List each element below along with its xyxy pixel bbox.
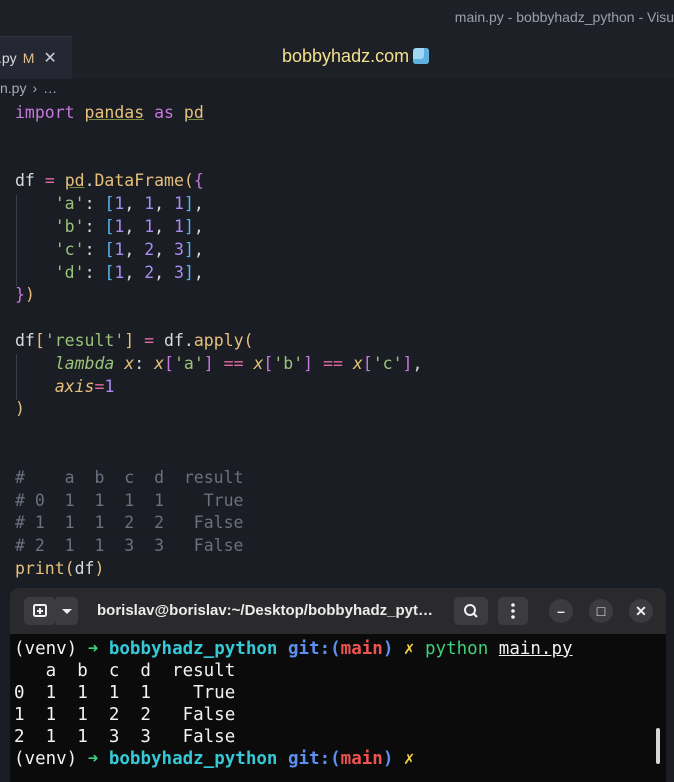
dirty-icon: ✗ <box>403 749 415 769</box>
terminal-output[interactable]: (venv) ➜ bobbyhadz_python git:(main) ✗ p… <box>14 638 573 770</box>
terminal-window[interactable]: borislav@borislav:~/Desktop/bobbyhadz_py… <box>10 588 666 782</box>
tab-strip: .py M ✕ bobbyhadz.com <box>0 36 674 79</box>
prompt-line: (venv) ➜ bobbyhadz_python git:(main) ✗ p… <box>14 638 573 660</box>
new-tab-icon <box>33 604 47 617</box>
terminal-title: borislav@borislav:~/Desktop/bobbyhadz_py… <box>97 602 433 619</box>
code-line: axis=1 <box>54 376 115 396</box>
site-banner: bobbyhadz.com <box>282 46 430 67</box>
code-line: print(df) <box>15 558 105 578</box>
kebab-menu-icon <box>511 603 515 619</box>
keyword-import: import <box>15 103 75 122</box>
git-branch: main <box>340 639 383 659</box>
git-label-close: ) <box>382 749 394 769</box>
output-line: 0 1 1 1 1 True <box>14 683 236 703</box>
comment-line: # 2 1 1 3 3 False <box>15 536 244 556</box>
code-line: 'c': [1, 2, 3], <box>54 239 204 259</box>
new-tab-button[interactable] <box>24 597 56 625</box>
git-label-close: ) <box>382 639 394 659</box>
arrow-icon: ➜ <box>87 639 99 659</box>
code-line: lambda x: x['a'] == x['b'] == x['c'], <box>54 353 423 373</box>
menu-button[interactable] <box>498 597 528 625</box>
output-line: a b c d result <box>14 661 236 681</box>
command: python <box>425 639 489 659</box>
tab-main-py[interactable]: .py M ✕ <box>0 36 72 79</box>
prompt-line: (venv) ➜ bobbyhadz_python git:(main) ✗ <box>14 748 573 770</box>
modified-indicator: M <box>22 50 35 66</box>
alias-pd: pd <box>183 103 204 122</box>
close-icon[interactable]: ✕ <box>43 48 56 68</box>
code-line: df = pd.DataFrame({ <box>15 171 204 191</box>
search-icon <box>464 604 478 618</box>
keyword-as: as <box>154 103 174 122</box>
module-pandas: pandas <box>84 103 145 122</box>
close-button[interactable]: ✕ <box>629 599 653 623</box>
git-branch: main <box>340 749 383 769</box>
scrollbar[interactable] <box>656 728 660 764</box>
dirty-icon: ✗ <box>403 639 415 659</box>
site-label: bobbyhadz.com <box>282 46 410 66</box>
breadcrumb-more[interactable]: … <box>43 80 57 96</box>
comment-line: # 0 1 1 1 1 True <box>15 490 244 510</box>
prompt-dir: bobbyhadz_python <box>108 639 278 659</box>
code-line: }) <box>15 285 35 305</box>
breadcrumb: n.py › … <box>0 80 57 102</box>
search-button[interactable] <box>454 597 488 625</box>
output-line: 1 1 1 2 2 False <box>14 705 236 725</box>
code-line: df['result'] = df.apply( <box>15 330 254 350</box>
window-title: main.py - bobbyhadz_python - Visu <box>454 9 674 25</box>
code-line: 'd': [1, 2, 3], <box>54 262 204 282</box>
ice-cube-icon <box>413 48 430 64</box>
code-line: 'a': [1, 1, 1], <box>54 194 204 214</box>
tab-label: .py <box>0 50 17 66</box>
arrow-icon: ➜ <box>87 749 99 769</box>
dropdown-button[interactable] <box>56 597 78 625</box>
breadcrumb-file[interactable]: n.py <box>0 80 26 96</box>
git-label: git:( <box>287 749 341 769</box>
prompt-dir: bobbyhadz_python <box>108 749 278 769</box>
command-arg[interactable]: main.py <box>499 639 573 659</box>
chevron-down-icon <box>62 609 72 614</box>
title-bar: main.py - bobbyhadz_python - Visu <box>0 0 674 36</box>
minimize-button[interactable]: – <box>549 599 573 623</box>
terminal-header: borislav@borislav:~/Desktop/bobbyhadz_py… <box>10 588 666 634</box>
code-line: 'b': [1, 1, 1], <box>54 216 204 236</box>
code-editor[interactable]: import pandas as pd df = pd.DataFrame({ … <box>15 102 422 581</box>
code-line: ) <box>15 399 25 419</box>
venv-label: (venv) <box>14 749 78 769</box>
code-line: import pandas as pd <box>15 102 422 125</box>
git-label: git:( <box>287 639 341 659</box>
chevron-right-icon: › <box>32 80 38 96</box>
comment-line: # a b c d result <box>15 467 244 487</box>
maximize-button[interactable]: □ <box>589 599 613 623</box>
output-line: 2 1 1 3 3 False <box>14 727 236 747</box>
venv-label: (venv) <box>14 639 78 659</box>
comment-line: # 1 1 1 2 2 False <box>15 513 244 533</box>
